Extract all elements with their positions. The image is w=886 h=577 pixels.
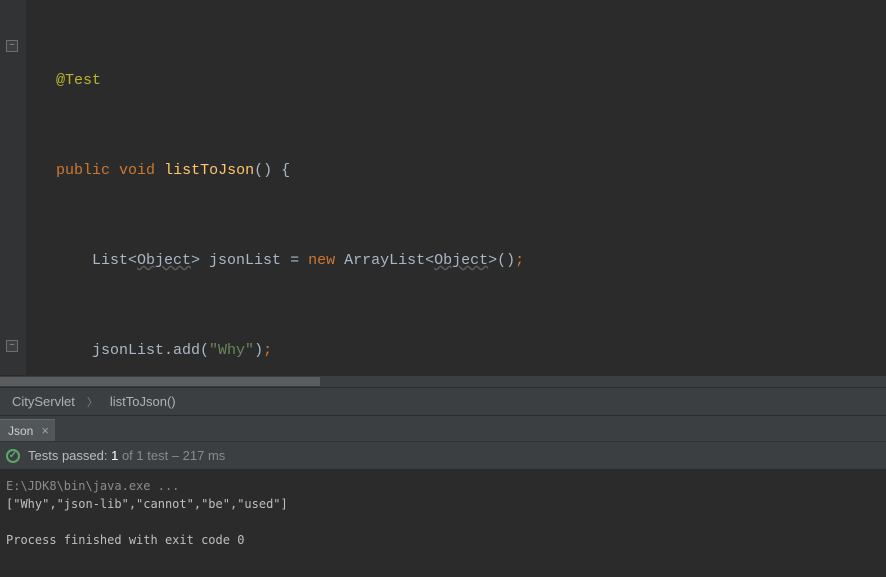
code-text: ArrayList< (335, 252, 434, 269)
console-output[interactable]: E:\JDK8\bin\java.exe ... ["Why","json-li… (0, 469, 886, 577)
test-status-bar: ✓ Tests passed: 1 of 1 test – 217 ms (0, 441, 886, 469)
fold-icon[interactable]: – (6, 40, 18, 52)
breadcrumb: CityServlet 〉 listToJson() (0, 387, 886, 415)
keyword-public: public (56, 162, 110, 179)
fold-icon[interactable]: – (6, 340, 18, 352)
test-status-text: Tests passed: 1 of 1 test – 217 ms (28, 448, 225, 463)
brace: { (281, 162, 290, 179)
annotation: @Test (56, 72, 101, 89)
breadcrumb-item[interactable]: CityServlet (12, 394, 75, 409)
check-circle-icon: ✓ (6, 449, 20, 463)
tab-label: Json (8, 424, 33, 438)
tool-tab-bar: Json × (0, 415, 886, 441)
keyword-void: void (119, 162, 155, 179)
semicolon: ; (263, 342, 272, 359)
chevron-right-icon: 〉 (87, 394, 98, 410)
breadcrumb-item[interactable]: listToJson() (110, 394, 176, 409)
console-line: E:\JDK8\bin\java.exe ... (6, 479, 179, 493)
code-text: List< (92, 252, 137, 269)
editor-area: – – @Test public void listToJson() { Lis… (0, 0, 886, 375)
tab-json[interactable]: Json × (0, 419, 55, 441)
string-literal: "Why" (209, 342, 254, 359)
code-text: >() (488, 252, 515, 269)
code-text: > jsonList = (191, 252, 308, 269)
code-text: jsonList.add( (92, 342, 209, 359)
type-object: Object (137, 252, 191, 269)
code-editor[interactable]: @Test public void listToJson() { List<Ob… (26, 0, 886, 375)
keyword-new: new (308, 252, 335, 269)
console-line: Process finished with exit code 0 (6, 533, 244, 547)
horizontal-scrollbar[interactable] (0, 375, 886, 387)
close-icon[interactable]: × (41, 423, 49, 438)
console-line: ["Why","json-lib","cannot","be","used"] (6, 497, 288, 511)
semicolon: ; (515, 252, 524, 269)
method-name: listToJson (164, 162, 254, 179)
code-text: ) (254, 342, 263, 359)
parens: () (254, 162, 272, 179)
scrollbar-thumb[interactable] (0, 377, 320, 386)
type-object: Object (434, 252, 488, 269)
gutter: – – (0, 0, 26, 375)
